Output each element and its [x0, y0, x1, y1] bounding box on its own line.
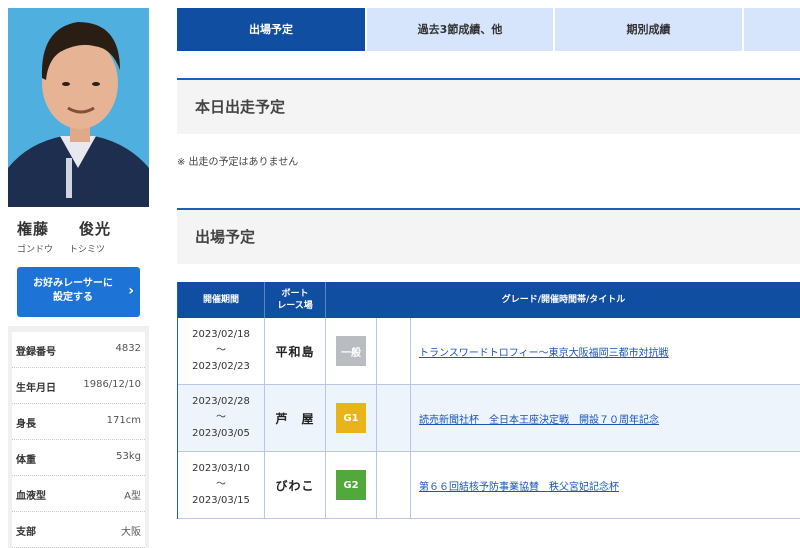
table-row: 2023/02/18 ～ 2023/02/23 平和島 一般 トランスワードトロフィ… — [178, 318, 800, 385]
race-title-link[interactable]: 読売新聞社杯 全日本王座決定戦 開設７０周年記念 — [419, 411, 659, 426]
profile-row-height: 身長 171cm — [12, 404, 145, 440]
profile-row-blood-type: 血液型 A型 — [12, 476, 145, 512]
racer-name-kana: ゴンドウ トシミツ — [8, 242, 149, 255]
today-section-header: 本日出走予定 — [177, 78, 800, 134]
race-dates: 2023/02/28 ～ 2023/03/05 — [192, 396, 250, 439]
profile-row-weight: 体重 53kg — [12, 440, 145, 476]
profile-table: 登録番号 4832 生年月日 1986/12/10 身長 171cm 体重 53kg 血… — [8, 326, 149, 548]
race-dates: 2023/02/18 ～ 2023/02/23 — [192, 329, 250, 372]
race-venue: 平和島 — [275, 344, 315, 359]
race-venue: びわこ — [275, 478, 315, 493]
schedule-table: 開催期間 ボート レース場 グレード/開催時間帯/タイトル 2023/02/18 ～… — [177, 282, 800, 519]
chevron-right-icon: › — [128, 283, 134, 299]
tab-recent-results[interactable]: 過去3節成績、他 — [367, 8, 553, 51]
racer-given-name: 俊光 — [79, 220, 112, 238]
tab-schedule[interactable]: 出場予定 — [177, 8, 365, 51]
racer-profile: 権藤 俊光 ゴンドウ トシミツ お好みレーサーに 設定する › 登録番号 4832 生年… — [8, 8, 149, 548]
racer-name: 権藤 俊光 — [8, 218, 149, 239]
grade-badge: G2 — [336, 470, 366, 500]
column-info: グレード/開催時間帯/タイトル — [501, 295, 626, 305]
today-note: ※ 出走の予定はありません — [177, 157, 299, 168]
today-heading: 本日出走予定 — [195, 98, 286, 116]
schedule-table-header: 開催期間 ボート レース場 グレード/開催時間帯/タイトル — [178, 282, 800, 318]
favorite-racer-button[interactable]: お好みレーサーに 設定する › — [17, 267, 140, 317]
table-row: 2023/02/28 ～ 2023/03/05 芦 屋 G1 読売新聞社杯 全日本王… — [178, 385, 800, 452]
racer-given-kana: トシミツ — [69, 245, 106, 255]
profile-row-registration: 登録番号 4832 — [12, 332, 145, 368]
table-row: 2023/03/10 ～ 2023/03/15 びわこ G2 第６６回結核予防事業協… — [178, 452, 800, 519]
racer-surname-kana: ゴンドウ — [17, 245, 54, 255]
schedule-heading: 出場予定 — [195, 228, 256, 246]
column-period: 開催期間 — [202, 295, 239, 305]
profile-row-branch: 支部 大阪 — [12, 512, 145, 548]
racer-photo — [8, 8, 149, 207]
column-venue: ボート レース場 — [277, 289, 313, 311]
tab-more[interactable] — [744, 8, 800, 51]
racer-surname: 権藤 — [17, 220, 50, 238]
race-dates: 2023/03/10 ～ 2023/03/15 — [192, 463, 250, 506]
race-venue: 芦 屋 — [275, 411, 315, 426]
race-title-link[interactable]: トランスワードトロフィー～東京大阪福岡三都市対抗戦 — [419, 344, 669, 359]
profile-row-birthdate: 生年月日 1986/12/10 — [12, 368, 145, 404]
tab-term-results[interactable]: 期別成績 — [555, 8, 742, 51]
grade-badge: 一般 — [336, 336, 366, 366]
schedule-section-header: 出場予定 — [177, 208, 800, 264]
grade-badge: G1 — [336, 403, 366, 433]
race-title-link[interactable]: 第６６回結核予防事業協賛 秩父宮妃記念杯 — [419, 478, 619, 493]
tab-bar: 出場予定 過去3節成績、他 期別成績 — [177, 8, 800, 51]
favorite-racer-button-label: お好みレーサーに 設定する — [33, 278, 113, 303]
